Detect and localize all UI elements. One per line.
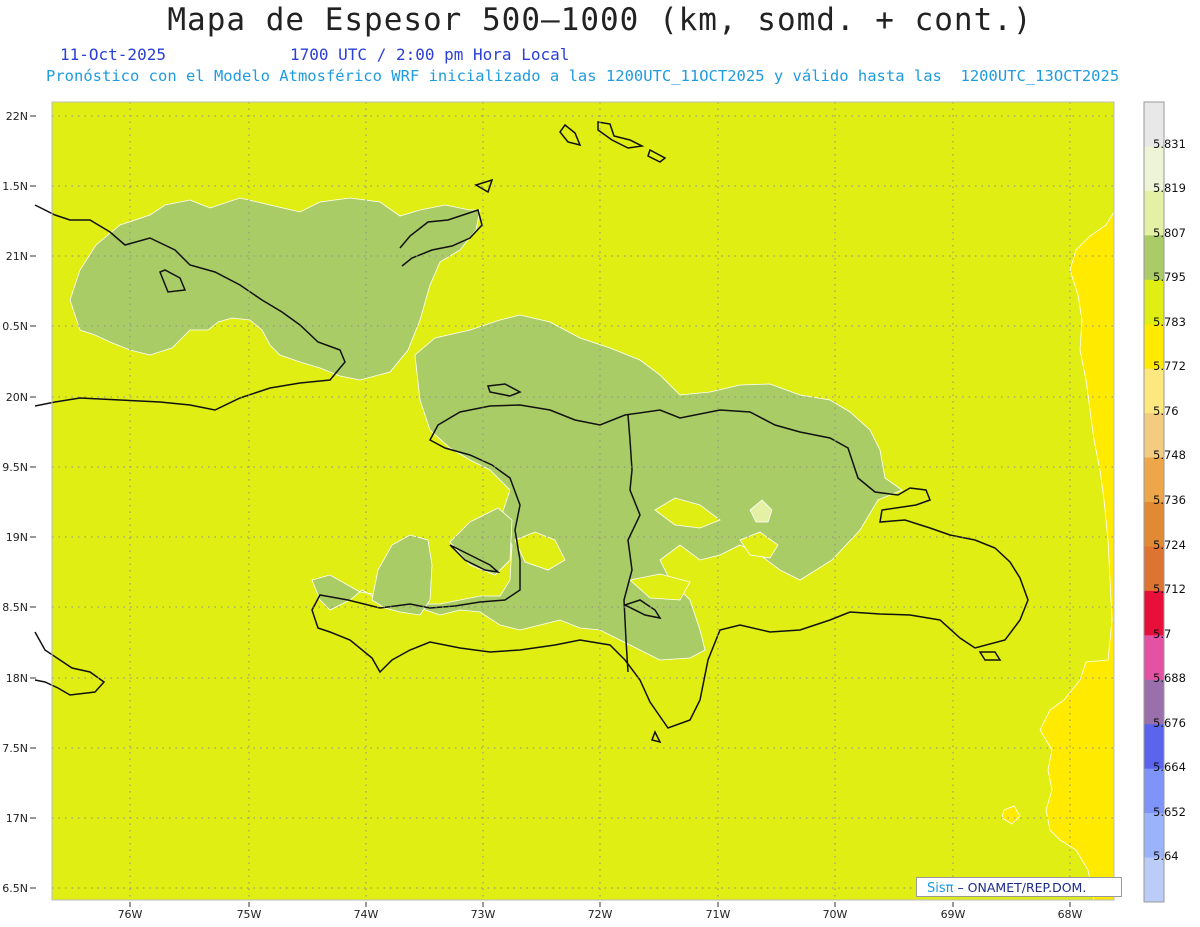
lon-label: 71W <box>706 908 731 921</box>
lat-label: 20N <box>6 391 28 404</box>
lat-label: 17N <box>6 812 28 825</box>
colorbar-label: 5.807 <box>1153 226 1186 240</box>
colorbar-label: 5.652 <box>1153 805 1186 819</box>
colorbar-label: 5.76 <box>1153 404 1179 418</box>
lon-axis <box>129 902 1071 907</box>
colorbar-label: 5.783 <box>1153 315 1186 329</box>
colorbar-swatch <box>1144 857 1164 903</box>
lat-label: 7.5N <box>2 742 28 755</box>
colorbar-label: 5.748 <box>1153 448 1186 462</box>
lon-label: 68W <box>1058 908 1083 921</box>
colorbar-label: 5.676 <box>1153 716 1186 730</box>
thickness-map: 22N 1.5N 21N 0.5N 20N 9.5N 19N 8.5N 18N … <box>2 101 1186 921</box>
colorbar-label: 5.712 <box>1153 582 1186 596</box>
colorbar-label: 5.831 <box>1153 137 1186 151</box>
lat-label: 19N <box>6 531 28 544</box>
lon-label: 74W <box>354 908 379 921</box>
lat-label: 21N <box>6 250 28 263</box>
colorbar-label: 5.772 <box>1153 359 1186 373</box>
colorbar-label: 5.819 <box>1153 181 1186 195</box>
lat-label: 18N <box>6 672 28 685</box>
lat-label: 0.5N <box>2 320 28 333</box>
lon-label: 72W <box>588 908 613 921</box>
credit-text: – ONAMET/REP.DOM. <box>957 880 1087 895</box>
lat-label: 6.5N <box>2 882 28 895</box>
lat-label: 1.5N <box>2 180 28 193</box>
lon-label: 76W <box>118 908 143 921</box>
lon-label: 73W <box>471 908 496 921</box>
colorbar-label: 5.795 <box>1153 270 1186 284</box>
colorbar-label: 5.64 <box>1153 849 1179 863</box>
lon-label: 75W <box>237 908 262 921</box>
colorbar-label: 5.688 <box>1153 671 1186 685</box>
lat-label: 22N <box>6 110 28 123</box>
colorbar-label: 5.736 <box>1153 493 1186 507</box>
credit-box: Sisπ – ONAMET/REP.DOM. <box>916 877 1122 897</box>
lon-label: 69W <box>941 908 966 921</box>
colorbar-label: 5.724 <box>1153 538 1186 552</box>
sispi-logo: Sisπ <box>927 881 954 896</box>
lon-label: 70W <box>823 908 848 921</box>
colorbar-label: 5.7 <box>1153 627 1171 641</box>
lat-label: 9.5N <box>2 461 28 474</box>
lat-label: 8.5N <box>2 601 28 614</box>
colorbar-label: 5.664 <box>1153 760 1186 774</box>
lat-axis <box>30 115 36 889</box>
